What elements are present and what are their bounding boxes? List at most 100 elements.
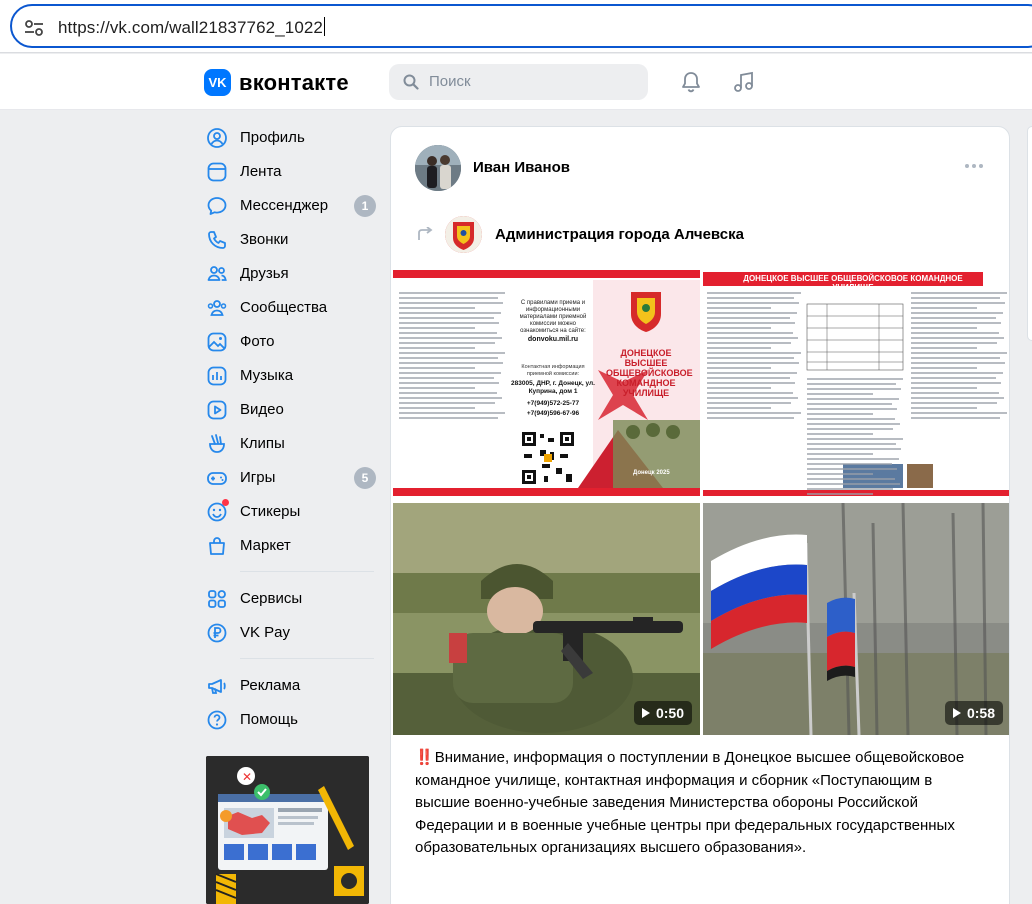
brochure-site: donvoku.mil.ru	[527, 336, 579, 343]
site-settings-icon[interactable]	[24, 19, 44, 37]
sidebar-item-label: VK Pay	[240, 624, 291, 641]
brochure-address: 283005, ДНР, г. Донецк, ул. Куприна, дом…	[511, 380, 595, 395]
sidebar-item-label: Музыка	[240, 367, 294, 384]
sidebar-item-label: Мессенджер	[240, 197, 329, 214]
sidebar-divider	[240, 658, 374, 659]
sidebar-item-label: Помощь	[240, 711, 298, 728]
sidebar-item-label: Клипы	[240, 435, 285, 452]
search-placeholder: Поиск	[429, 73, 471, 90]
sidebar-item-photo[interactable]: Фото	[198, 324, 383, 358]
video-play-icon	[207, 400, 227, 420]
browser-address-bar: https://vk.com/wall21837762_1022	[0, 0, 1032, 53]
sidebar-item-label: Фото	[240, 333, 275, 350]
url-text: https://vk.com/wall21837762_1022	[58, 17, 325, 37]
sidebar-item-megaphone[interactable]: Реклама	[198, 668, 383, 702]
sidebar-item-label: Друзья	[240, 265, 289, 282]
sidebar-item-label: Видео	[240, 401, 284, 418]
sidebar-item-phone[interactable]: Звонки	[198, 222, 383, 256]
brochure-phone-2: +7(949)596-67-96	[526, 410, 580, 417]
brochure-school-name: ДОНЕЦКОЕ ВЫСШЕЕ ОБЩЕВОЙСКОВОЕ КОМАНДНОЕ …	[606, 348, 693, 398]
brochure-contact-title: Контактная информация приемной комиссии:	[521, 364, 585, 377]
video-thumbnail-1[interactable]: 0:50	[393, 503, 700, 735]
more-dots-icon[interactable]	[964, 163, 984, 169]
vk-pay-icon	[207, 623, 227, 643]
sidebar-item-gamepad[interactable]: Игры 5	[198, 460, 383, 494]
brochure-text-block	[707, 292, 801, 422]
sidebar-item-label: Профиль	[240, 129, 305, 146]
sidebar-item-music-chart[interactable]: Музыка	[198, 358, 383, 392]
brochure-header-2: ДОНЕЦКОЕ ВЫСШЕЕ ОБЩЕВОЙСКОВОЕ КОМАНДНОЕ …	[743, 274, 963, 292]
repost-source-group[interactable]: Администрация города Алчевска	[495, 226, 744, 243]
notifications-bell-icon[interactable]	[679, 70, 703, 94]
search-icon	[403, 74, 419, 90]
counter-badge: 1	[354, 195, 376, 217]
sidebar-item-user-circle[interactable]: Профиль	[198, 120, 383, 154]
brochure-text-block	[807, 378, 903, 496]
sidebar-item-shopping-bag[interactable]: Маркет	[198, 528, 383, 562]
post-text: ‼️ Внимание, информация о поступлении в Д…	[415, 747, 983, 860]
friends-icon	[207, 266, 227, 281]
gamepad-icon	[207, 472, 227, 485]
search-input[interactable]: Поиск	[389, 64, 648, 100]
sidebar-item-vk-pay[interactable]: VK Pay	[198, 615, 383, 649]
communities-icon	[207, 300, 227, 316]
ad-banner[interactable]: ✕	[206, 756, 369, 904]
left-sidebar: Профиль Лента Мессенджер 1 Звонки Друзья Сообщ…	[198, 120, 383, 736]
brochure-year: Донецк 2025	[633, 470, 670, 476]
sidebar-item-news-feed[interactable]: Лента	[198, 154, 383, 188]
brochure-phone-1: +7(949)572-25-77	[526, 400, 580, 407]
vk-logo-text: вконтакте	[239, 69, 349, 95]
vk-logo[interactable]: VK вконтакте	[204, 69, 349, 96]
services-grid-icon	[208, 590, 226, 608]
message-bubble-icon	[207, 197, 227, 215]
svg-text:✕: ✕	[242, 770, 252, 784]
video-thumbnail-2[interactable]: 0:58	[703, 503, 1009, 735]
music-chart-icon	[207, 366, 227, 386]
sidebar-item-label: Сообщества	[240, 299, 328, 316]
sidebar-item-sticker-smile[interactable]: Стикеры	[198, 494, 383, 528]
qr-code-icon	[520, 430, 576, 486]
news-feed-icon	[207, 162, 227, 182]
sidebar-item-message-bubble[interactable]: Мессенджер 1	[198, 188, 383, 222]
music-note-icon[interactable]	[732, 70, 756, 94]
brochure-rules: С правилами приема и информационными мат…	[519, 300, 587, 334]
sidebar-item-help-question[interactable]: Помощь	[198, 702, 383, 736]
group-avatar[interactable]	[445, 216, 482, 253]
user-circle-icon	[207, 128, 227, 148]
clips-icon	[209, 434, 225, 453]
post-author-name[interactable]: Иван Иванов	[473, 159, 570, 176]
counter-badge: 5	[354, 467, 376, 489]
vk-logo-icon: VK	[204, 69, 231, 96]
brochure-image-2[interactable]: ДОНЕЦКОЕ ВЫСШЕЕ ОБЩЕВОЙСКОВОЕ КОМАНДНОЕ …	[703, 270, 1009, 496]
warning-emoji: ‼️	[415, 749, 434, 766]
sidebar-item-label: Стикеры	[240, 503, 301, 520]
vk-header: VK вконтакте Поиск	[0, 54, 1032, 110]
sidebar-item-label: Игры	[240, 469, 276, 486]
right-panel-edge	[1027, 126, 1032, 341]
brochure-text-block	[911, 292, 1007, 422]
megaphone-icon	[208, 679, 226, 694]
sidebar-item-label: Звонки	[240, 231, 289, 248]
ad-illustration: ✕	[206, 756, 369, 904]
sidebar-item-label: Сервисы	[240, 590, 303, 607]
sidebar-item-services-grid[interactable]: Сервисы	[198, 581, 383, 615]
brochure-text-block	[399, 292, 505, 422]
sidebar-divider	[240, 571, 374, 572]
sidebar-item-clips[interactable]: Клипы	[198, 426, 383, 460]
sidebar-item-label: Лента	[240, 163, 282, 180]
sidebar-item-video-play[interactable]: Видео	[198, 392, 383, 426]
shopping-bag-icon	[209, 537, 225, 555]
sidebar-item-label: Маркет	[240, 537, 291, 554]
wall-post: Иван Иванов Администрация города Алчевск…	[390, 126, 1010, 904]
video-duration-1: 0:50	[633, 701, 692, 725]
sidebar-item-communities[interactable]: Сообщества	[198, 290, 383, 324]
sidebar-item-friends[interactable]: Друзья	[198, 256, 383, 290]
phone-icon	[208, 231, 226, 249]
author-avatar[interactable]	[415, 145, 461, 191]
photo-icon	[207, 332, 227, 352]
brochure-image-1[interactable]: С правилами приема и информационными мат…	[393, 270, 700, 496]
repost-arrow-icon	[418, 227, 433, 240]
video-duration-2: 0:58	[944, 701, 1003, 725]
help-question-icon	[207, 710, 227, 730]
url-input[interactable]: https://vk.com/wall21837762_1022	[10, 4, 1032, 48]
